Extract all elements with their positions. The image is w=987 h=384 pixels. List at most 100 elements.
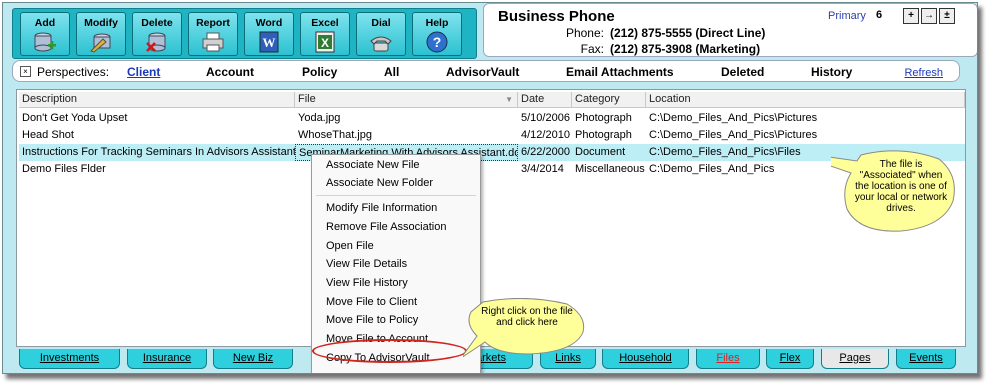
perspectives-bar: × Perspectives: Client Account Policy Al… bbox=[12, 60, 960, 82]
cell-description: Instructions For Tracking Seminars In Ad… bbox=[22, 146, 295, 158]
cell-category: Miscellaneous bbox=[575, 163, 645, 175]
excel-button-label: Excel bbox=[311, 17, 339, 29]
tab-flex[interactable]: Flex bbox=[766, 349, 814, 369]
perspective-tab-email-attachments[interactable]: Email Attachments bbox=[566, 65, 674, 79]
perspective-tab-policy[interactable]: Policy bbox=[302, 65, 337, 79]
cell-date: 3/4/2014 bbox=[521, 163, 564, 175]
table-row[interactable]: Head Shot WhoseThat.jpg 4/12/2010 Photog… bbox=[19, 127, 965, 144]
help-button[interactable]: Help ? bbox=[412, 12, 462, 56]
perspective-tab-deleted[interactable]: Deleted bbox=[721, 65, 764, 79]
column-header-category[interactable]: Category bbox=[572, 92, 646, 108]
menu-item-modify-file-information[interactable]: Modify File Information bbox=[326, 202, 437, 214]
printer-icon bbox=[202, 32, 224, 52]
add-button-label: Add bbox=[34, 17, 56, 29]
tab-insurance[interactable]: Insurance bbox=[127, 349, 207, 369]
table-row[interactable]: Don't Get Yoda Upset Yoda.jpg 5/10/2006 … bbox=[19, 110, 965, 127]
location-callout-text: The file is "Associated" when the locati… bbox=[854, 159, 948, 214]
perspectives-label: Perspectives: bbox=[37, 65, 110, 79]
menu-separator bbox=[316, 195, 476, 196]
column-header-file[interactable]: File ▼ bbox=[295, 92, 518, 108]
tab-investments[interactable]: Investments bbox=[19, 349, 120, 369]
excel-button[interactable]: Excel X bbox=[300, 12, 350, 56]
dial-button-label: Dial bbox=[371, 17, 391, 29]
word-icon: W bbox=[259, 31, 279, 53]
menu-item-open-file[interactable]: Open File bbox=[326, 240, 374, 252]
tab-investments-label: Investments bbox=[39, 352, 100, 364]
perspectives-toggle-icon[interactable]: × bbox=[20, 66, 31, 77]
cell-category: Document bbox=[575, 146, 626, 158]
add-button[interactable]: Add bbox=[20, 12, 70, 56]
delete-button[interactable]: Delete bbox=[132, 12, 182, 56]
cell-file: WhoseThat.jpg bbox=[298, 129, 372, 141]
cell-date: 5/10/2006 bbox=[521, 112, 570, 124]
tab-pages[interactable]: Pages bbox=[821, 349, 889, 369]
svg-text:X: X bbox=[321, 36, 329, 50]
perspective-tab-account[interactable]: Account bbox=[206, 65, 254, 79]
column-header-date[interactable]: Date bbox=[518, 92, 572, 108]
menu-item-associate-new-folder[interactable]: Associate New Folder bbox=[326, 177, 433, 189]
help-button-label: Help bbox=[425, 17, 449, 29]
svg-text:W: W bbox=[263, 35, 276, 50]
right-click-callout-text: Right click on the file and click here bbox=[481, 306, 573, 328]
primary-label[interactable]: Primary bbox=[828, 10, 866, 22]
perspective-tab-all[interactable]: All bbox=[384, 65, 399, 79]
perspective-tab-history[interactable]: History bbox=[811, 65, 852, 79]
menu-item-associate-new-file[interactable]: Associate New File bbox=[326, 159, 420, 171]
dial-button[interactable]: Dial bbox=[356, 12, 406, 56]
word-button[interactable]: Word W bbox=[244, 12, 294, 56]
cell-file: Yoda.jpg bbox=[298, 112, 341, 124]
menu-item-move-file-to-client[interactable]: Move File to Client bbox=[326, 296, 417, 308]
word-button-label: Word bbox=[255, 17, 283, 29]
modify-button-label: Modify bbox=[84, 17, 118, 29]
table-row-selected[interactable]: Instructions For Tracking Seminars In Ad… bbox=[19, 144, 965, 161]
right-click-callout: Right click on the file and click here bbox=[463, 298, 587, 362]
column-header-location[interactable]: Location bbox=[646, 92, 965, 108]
menu-item-view-file-history[interactable]: View File History bbox=[326, 277, 408, 289]
cell-location: C:\Demo_Files_And_Pics\Pictures bbox=[649, 112, 818, 124]
sort-arrow-icon: ▼ bbox=[505, 95, 513, 104]
menu-item-move-file-to-policy[interactable]: Move File to Policy bbox=[326, 314, 418, 326]
business-phone-panel: Business Phone Phone: (212) 875-5555 (Di… bbox=[483, 3, 977, 57]
report-button[interactable]: Report bbox=[188, 12, 238, 56]
panel-title: Business Phone bbox=[498, 8, 615, 25]
tab-insurance-label: Insurance bbox=[142, 352, 192, 364]
tab-files[interactable]: Files bbox=[696, 349, 760, 369]
menu-item-view-file-details[interactable]: View File Details bbox=[326, 258, 407, 270]
cell-description: Head Shot bbox=[22, 129, 74, 141]
cell-date: 4/12/2010 bbox=[521, 129, 570, 141]
modify-button[interactable]: Modify bbox=[76, 12, 126, 56]
perspective-tab-advisorvault[interactable]: AdvisorVault bbox=[446, 65, 519, 79]
phone-label: Phone: bbox=[565, 26, 604, 40]
report-button-label: Report bbox=[196, 17, 230, 29]
cell-category: Photograph bbox=[575, 129, 632, 141]
column-header-description[interactable]: Description bbox=[19, 92, 295, 108]
add-database-icon bbox=[34, 32, 56, 52]
menu-item-remove-file-association[interactable]: Remove File Association bbox=[326, 221, 446, 233]
tab-events[interactable]: Events bbox=[896, 349, 956, 369]
tab-new-biz[interactable]: New Biz bbox=[213, 349, 293, 369]
modify-pencil-icon bbox=[90, 33, 111, 53]
refresh-link[interactable]: Refresh bbox=[904, 67, 943, 79]
phone-value: (212) 875-5555 (Direct Line) bbox=[610, 26, 766, 40]
perspective-tab-client[interactable]: Client bbox=[127, 65, 160, 79]
help-icon: ? bbox=[426, 31, 448, 53]
tab-events-label: Events bbox=[909, 352, 943, 364]
svg-text:?: ? bbox=[433, 34, 442, 50]
next-phone-button[interactable]: → bbox=[921, 8, 937, 24]
delete-database-icon bbox=[146, 32, 166, 52]
table-row[interactable]: Demo Files Flder 3/4/2014 Miscellaneous … bbox=[19, 161, 965, 178]
excel-icon: X bbox=[315, 31, 335, 53]
fax-value: (212) 875-3908 (Marketing) bbox=[610, 42, 761, 56]
cell-location: C:\Demo_Files_And_Pics\Pictures bbox=[649, 129, 818, 141]
cell-category: Photograph bbox=[575, 112, 632, 124]
phone-options-button[interactable]: ± bbox=[939, 8, 955, 24]
tab-household[interactable]: Household bbox=[602, 349, 689, 369]
tab-household-label: Household bbox=[619, 352, 672, 364]
cell-description: Demo Files Flder bbox=[22, 163, 106, 175]
tab-flex-label: Flex bbox=[779, 352, 801, 364]
fax-label: Fax: bbox=[580, 42, 604, 56]
add-phone-button[interactable]: + bbox=[903, 8, 919, 24]
delete-button-label: Delete bbox=[141, 17, 173, 29]
context-menu: Associate New File Associate New Folder … bbox=[311, 154, 481, 373]
tab-pages-label: Pages bbox=[839, 352, 871, 364]
